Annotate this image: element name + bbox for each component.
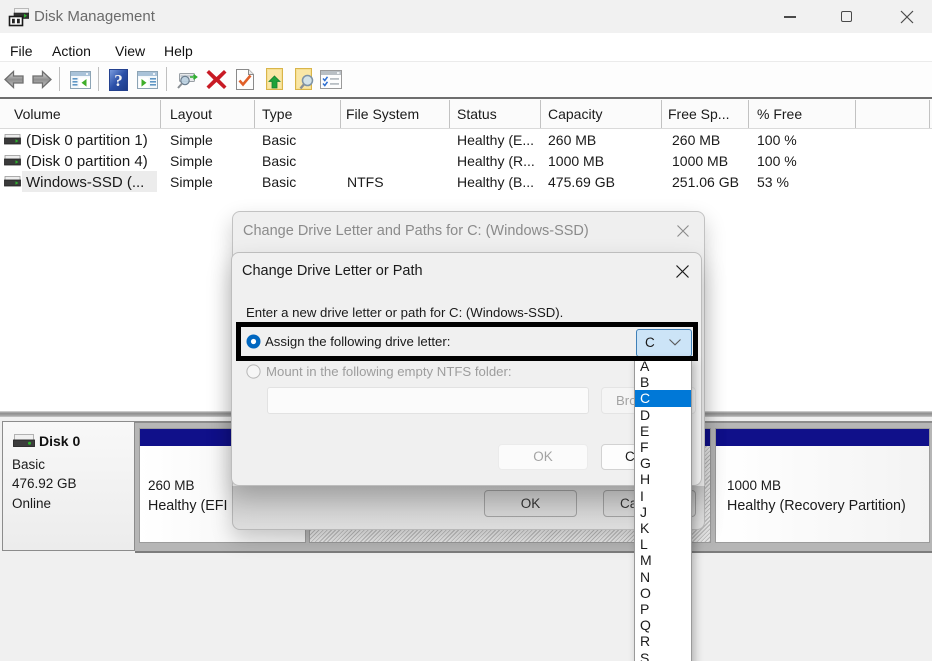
svg-text:?: ? xyxy=(114,71,123,90)
